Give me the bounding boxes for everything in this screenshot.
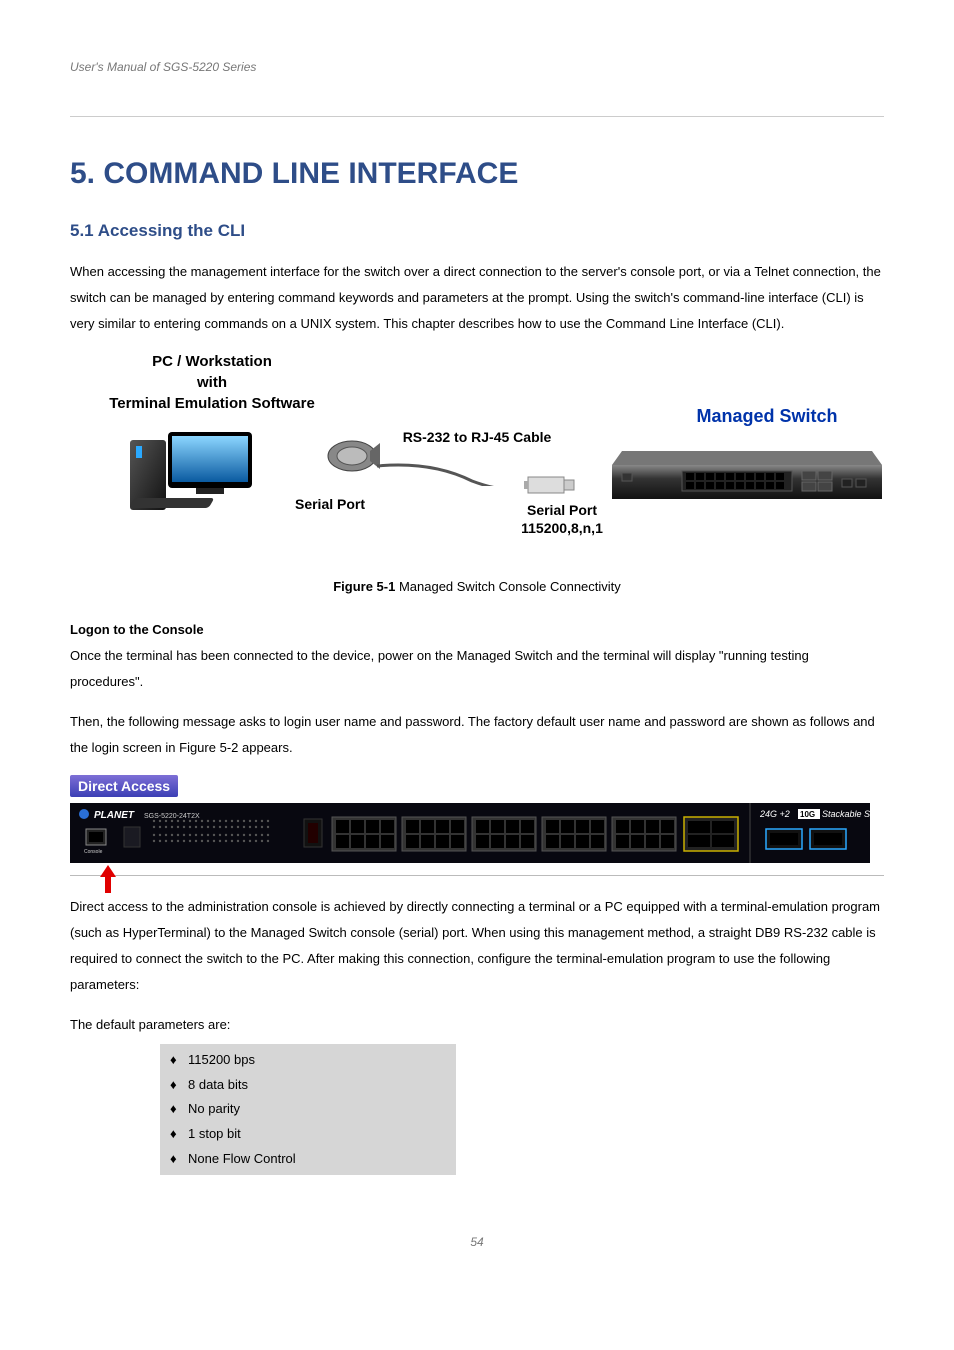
param-row-1: ♦8 data bits [170,1073,450,1098]
page-header: User's Manual of SGS-5220 Series [70,60,884,76]
terminal-params-list: ♦115200 bps ♦8 data bits ♦No parity ♦1 s… [160,1044,456,1175]
figure-number: Figure 5-1 [333,579,395,594]
param-label-2: No parity [188,1097,328,1122]
param-label-0: 115200 bps [188,1048,328,1073]
param-row-4: ♦None Flow Control [170,1147,450,1172]
rj45-plug-icon [522,471,582,501]
pc-label-line2: with [197,374,227,391]
serial-port-right-line1: Serial Port [527,502,597,518]
param-label-4: None Flow Control [188,1147,328,1172]
cable-label: RS-232 to RJ-45 Cable [372,429,582,445]
pc-label-line1: PC / Workstation [152,353,272,370]
serial-port-right-line2: 115200,8,n,1 [521,520,603,536]
page-number: 54 [70,1235,884,1249]
pc-label-line3: Terminal Emulation Software [109,395,315,412]
chapter-title: 5. COMMAND LINE INTERFACE [70,157,884,191]
figure-text: Managed Switch Console Connectivity [395,579,620,594]
direct-access-heading: Direct Access [70,775,178,797]
serial-port-left-label: Serial Port [270,496,390,512]
svg-text:Console: Console [84,849,103,855]
header-left: User's Manual of SGS-5220 Series [70,60,256,74]
connection-diagram: PC / Workstation with Terminal Emulation… [72,351,882,571]
pc-workstation-icon [122,426,262,526]
svg-text:24G +2: 24G +2 [759,809,790,819]
param-label-3: 1 stop bit [188,1122,328,1147]
intro-paragraph: When accessing the management interface … [70,259,884,337]
param-row-3: ♦1 stop bit [170,1122,450,1147]
logon-title: Logon to the Console [70,622,884,637]
defaults-intro: The default parameters are: [70,1012,884,1038]
managed-switch-label: Managed Switch [652,406,882,427]
brand-text: PLANET [94,810,135,821]
svg-text:Stackable Switch: Stackable Switch [822,809,870,819]
header-divider [70,116,884,117]
direct-access-para: Direct access to the administration cons… [70,894,884,998]
logon-para-2: Then, the following message asks to logi… [70,709,884,761]
logon-para-1: Once the terminal has been connected to … [70,643,884,695]
model-text: SGS-5220-24T2X [144,813,200,820]
param-label-1: 8 data bits [188,1073,328,1098]
console-arrow-icon [98,865,118,895]
managed-switch-icon [602,441,882,511]
param-row-2: ♦No parity [170,1097,450,1122]
section-title: 5.1 Accessing the CLI [70,221,884,241]
pc-label: PC / Workstation with Terminal Emulation… [72,351,352,414]
figure-caption: Figure 5-1 Managed Switch Console Connec… [70,579,884,594]
param-row-0: ♦115200 bps [170,1048,450,1073]
switch-front-panel: PLANET SGS-5220-24T2X Console [70,803,884,867]
svg-text:10G: 10G [800,810,815,819]
panel-divider [70,875,884,876]
